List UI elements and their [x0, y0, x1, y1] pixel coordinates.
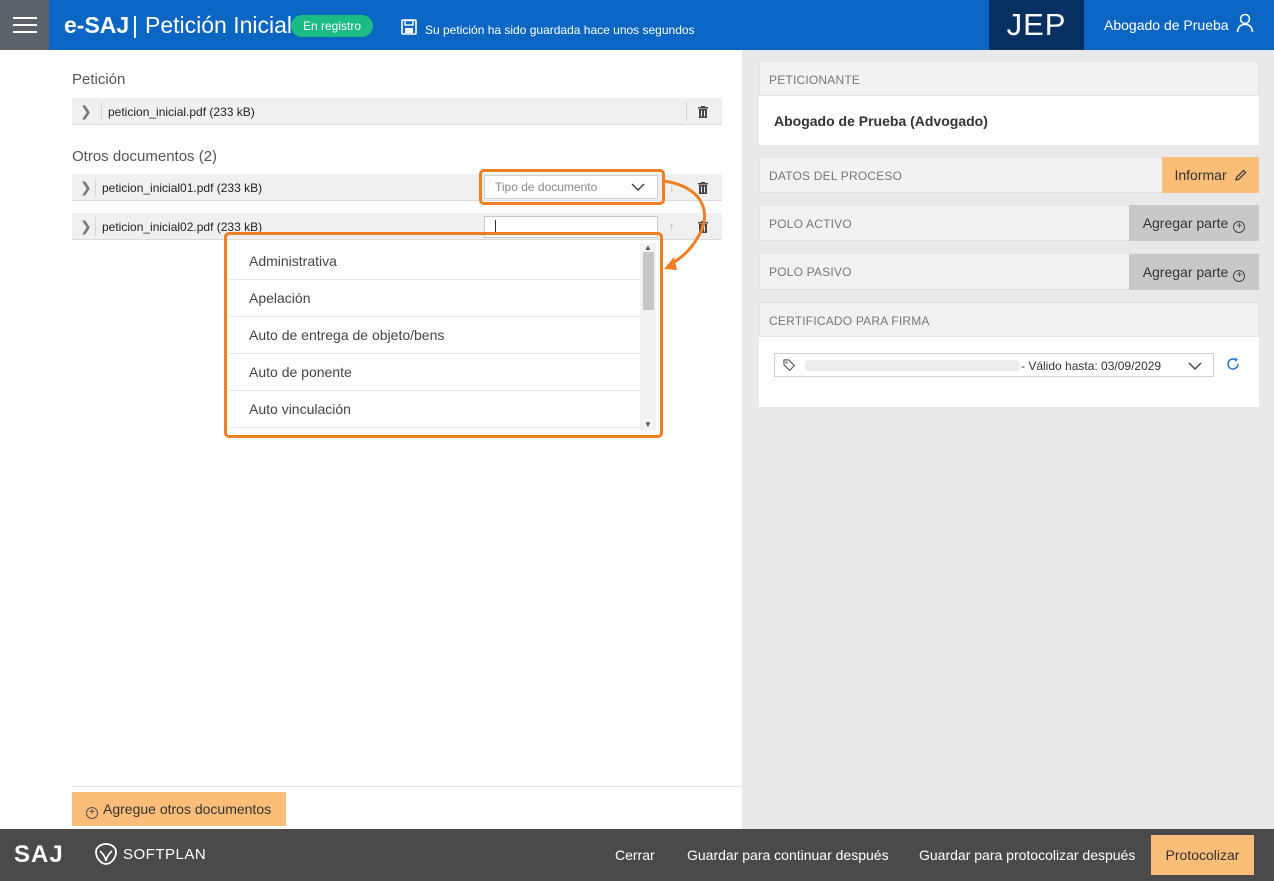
plus-circle-icon: + [1233, 270, 1246, 282]
cerrar-button[interactable]: Cerrar [615, 847, 655, 863]
saj-logo: SAJ [14, 841, 64, 868]
softplan-logo-icon [95, 843, 117, 865]
app-brand: e-SAJ [64, 12, 130, 38]
guardar-continuar-button[interactable]: Guardar para continuar después [687, 847, 889, 863]
user-icon[interactable] [1236, 13, 1254, 33]
certificado-header: CERTIFICADO PARA FIRMA [759, 302, 1259, 337]
certificate-validity: - Válido hasta: 03/09/2029 [1021, 359, 1162, 373]
page-title: Petición Inicial [145, 12, 293, 38]
softplan-logo-text: SOFTPLAN [123, 846, 207, 863]
agregar-parte-label: Agregar parte [1142, 264, 1229, 280]
footer-bar: SAJ SOFTPLAN Cerrar Guardar para continu… [0, 829, 1274, 881]
peticionante-card: Abogado de Prueba (Advogado) [759, 96, 1259, 145]
save-status-message: Su petición ha sido guardada hace unos s… [425, 23, 695, 37]
peticion-section-title: Petición [72, 71, 126, 88]
plus-circle-icon: + [1233, 221, 1246, 233]
guardar-protocolizar-button[interactable]: Guardar para protocolizar después [919, 847, 1135, 863]
polo-activo-label: POLO ACTIVO [769, 217, 852, 231]
chevron-right-icon[interactable]: ❯ [80, 219, 92, 233]
callout-arrow [663, 179, 707, 270]
refresh-icon[interactable] [1226, 357, 1240, 371]
certificate-select[interactable]: - Válido hasta: 03/09/2029 [774, 353, 1214, 377]
file-name: peticion_inicial01.pdf (233 kB) [102, 181, 263, 195]
status-badge: En registro [291, 15, 374, 37]
datos-proceso-label: DATOS DEL PROCESO [769, 169, 903, 183]
agregar-parte-activo-button[interactable]: Agregar parte + [1129, 205, 1259, 241]
chevron-right-icon[interactable]: ❯ [80, 180, 92, 194]
highlight-frame [224, 232, 663, 438]
divider [95, 217, 96, 236]
certificate-name-redacted [805, 360, 1020, 371]
peticionante-name: Abogado de Prueba (Advogado) [774, 113, 988, 129]
pencil-icon [1234, 169, 1246, 181]
add-documents-button[interactable]: + Agregue otros documentos [72, 792, 286, 826]
top-bar: e-SAJ | Petición Inicial En registro Su … [0, 0, 1274, 50]
user-name[interactable]: Abogado de Prueba [1104, 16, 1229, 34]
peticionante-header-label: PETICIONANTE [769, 73, 861, 87]
divider [686, 102, 687, 121]
divider [95, 178, 96, 197]
peticionante-header: PETICIONANTE [759, 61, 1259, 96]
file-name: peticion_inicial.pdf (233 kB) [108, 105, 255, 119]
informar-button[interactable]: Informar [1162, 157, 1259, 193]
chevron-right-icon[interactable]: ❯ [80, 104, 92, 118]
title-separator: | [132, 12, 138, 38]
highlight-frame [479, 169, 665, 205]
trash-icon[interactable] [698, 106, 708, 118]
divider [101, 102, 102, 121]
agregar-parte-label: Agregar parte [1142, 215, 1229, 231]
chevron-down-icon[interactable] [1188, 361, 1202, 371]
save-icon [401, 19, 417, 35]
informar-label: Informar [1174, 167, 1227, 183]
divider [72, 786, 742, 787]
agregar-parte-pasivo-button[interactable]: Agregar parte + [1129, 254, 1259, 290]
court-logo: JEP [989, 0, 1084, 50]
menu-icon[interactable] [0, 0, 49, 50]
polo-pasivo-label: POLO PASIVO [769, 265, 852, 279]
certificado-label: CERTIFICADO PARA FIRMA [769, 314, 930, 328]
protocolizar-button[interactable]: Protocolizar [1151, 835, 1254, 875]
otros-section-title: Otros documentos (2) [72, 148, 218, 165]
plus-circle-icon: + [86, 807, 98, 819]
add-documents-label: Agregue otros documentos [103, 801, 272, 817]
tag-icon [783, 359, 796, 371]
main-file-row[interactable]: ❯ peticion_inicial.pdf (233 kB) [72, 98, 722, 125]
